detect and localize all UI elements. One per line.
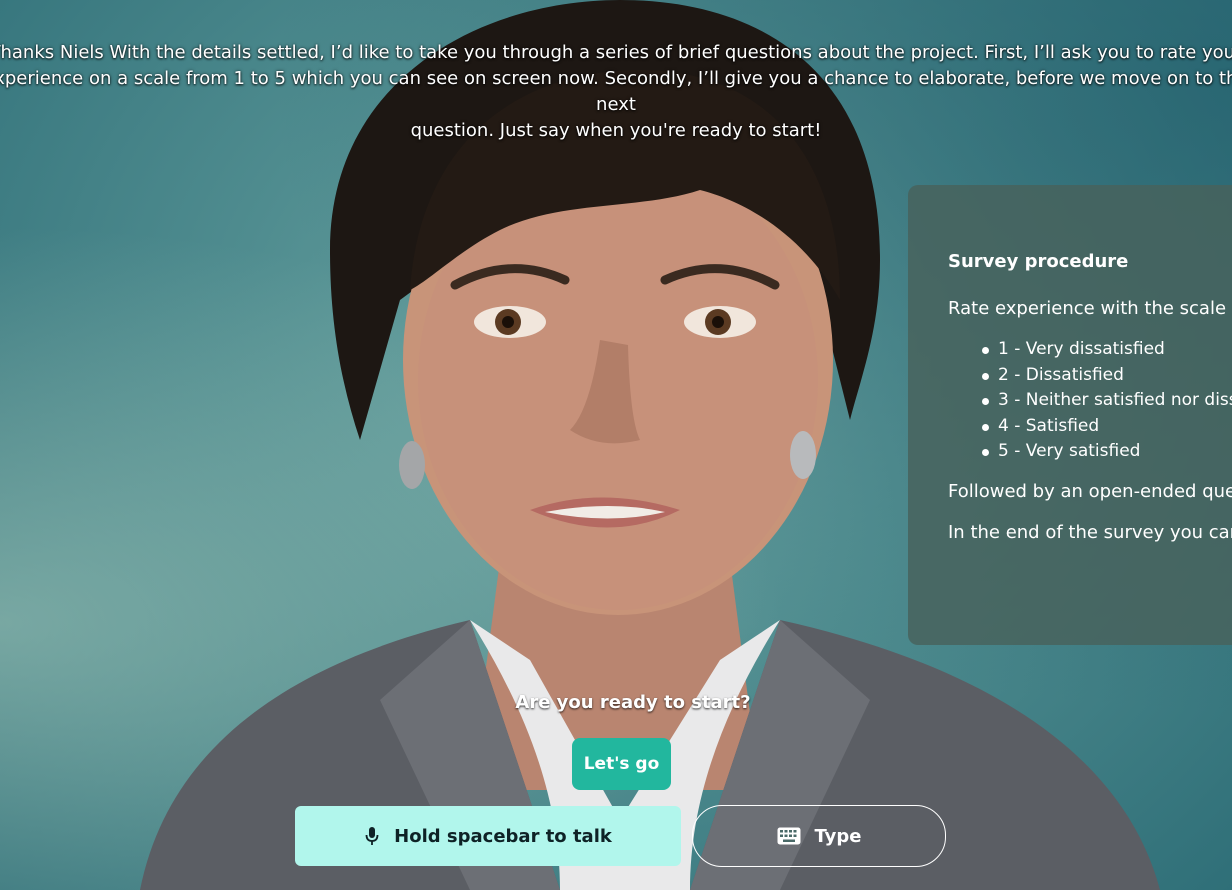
type-label: Type [814,825,862,847]
ready-prompt: Are you ready to start? [515,692,751,713]
scale-item: 2 - Dissatisfied [980,363,1232,389]
microphone-icon [364,826,380,846]
assistant-caption: Thanks Niels With the details settled, I… [0,40,1232,144]
stage: Thanks Niels With the details settled, I… [0,0,1232,890]
scale-list: 1 - Very dissatisfied 2 - Dissatisfied 3… [948,337,1232,465]
caption-line: experience on a scale from 1 to 5 which … [0,68,1232,115]
panel-intro: Rate experience with the scale [948,298,1227,319]
hold-to-talk-button[interactable]: Hold spacebar to talk [295,806,681,866]
scale-item: 1 - Very dissatisfied [980,337,1232,363]
scale-item: 5 - Very satisfied [980,439,1232,465]
lets-go-button[interactable]: Let's go [572,738,671,790]
type-button[interactable]: Type [692,805,946,867]
scale-item: 3 - Neither satisfied nor dissatisfied [980,388,1232,414]
survey-procedure-panel: Survey procedure Rate experience with th… [908,185,1232,645]
panel-followup: Followed by an open-ended question [948,480,1232,502]
talk-label: Hold spacebar to talk [394,825,612,847]
caption-line: Thanks Niels With the details settled, I… [0,42,1232,63]
keyboard-icon [777,827,801,845]
scale-item: 4 - Satisfied [980,414,1232,440]
panel-title: Survey procedure [948,251,1129,272]
panel-ending: In the end of the survey you can [948,521,1232,543]
caption-line: question. Just say when you're ready to … [410,120,822,141]
